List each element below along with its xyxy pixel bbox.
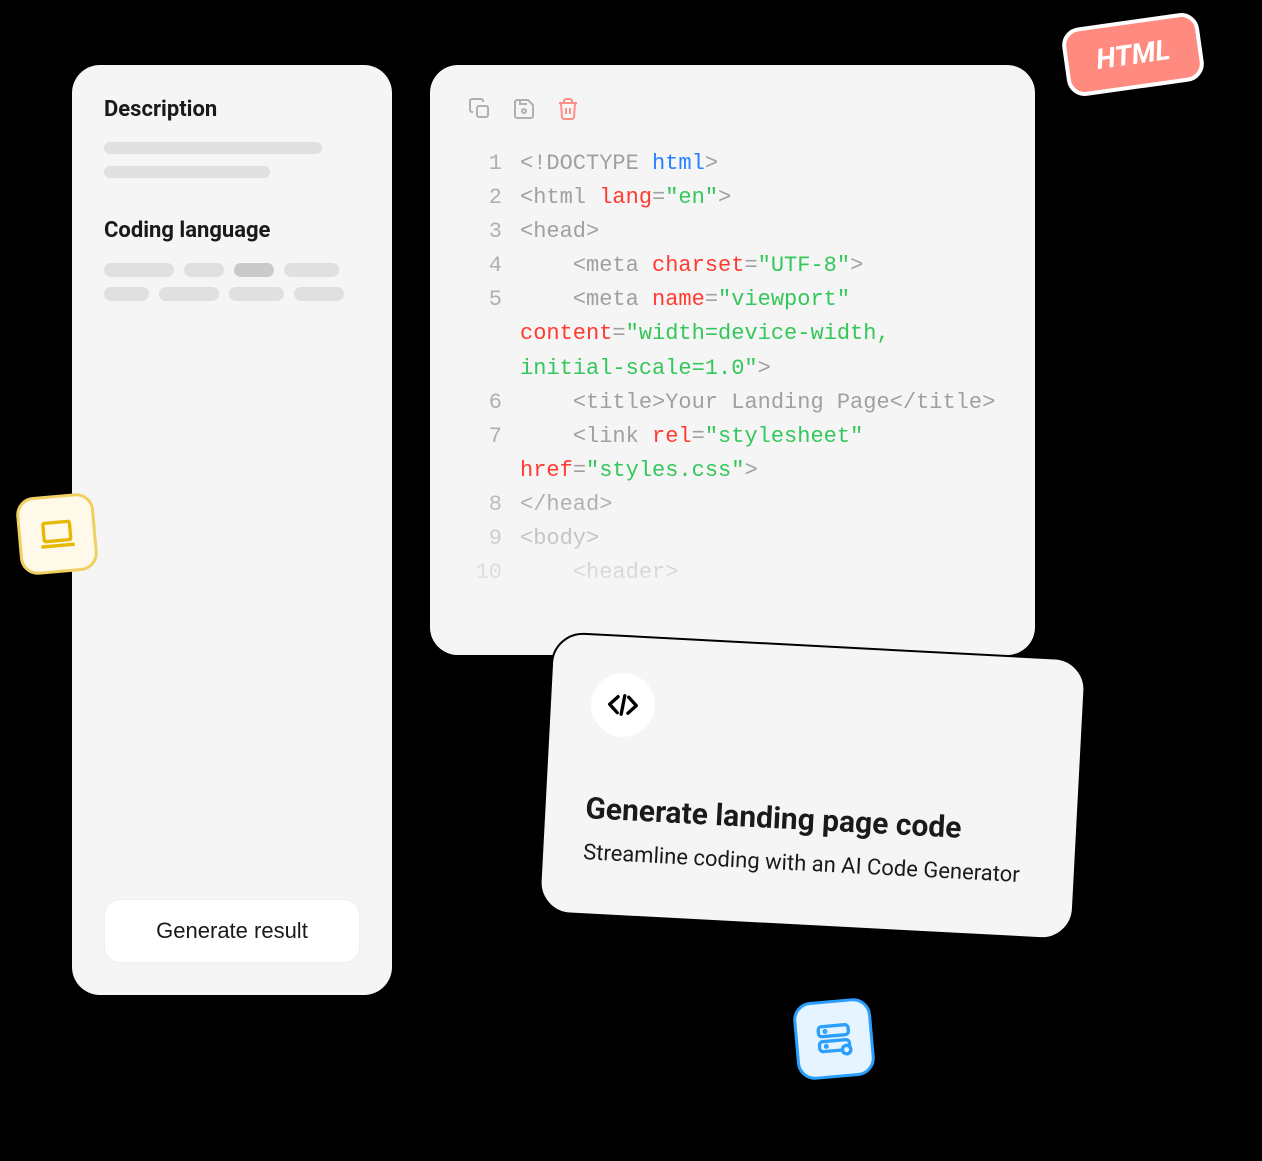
language-chip[interactable]	[184, 263, 224, 277]
generate-result-button[interactable]: Generate result	[104, 899, 360, 963]
language-chip[interactable]	[294, 287, 344, 301]
code-line: 2 <html lang="en">	[466, 181, 999, 215]
code-line: 8 </head>	[466, 488, 999, 522]
placeholder-line	[104, 166, 270, 178]
description-heading: Description	[104, 97, 360, 122]
language-chip[interactable]	[104, 263, 174, 277]
code-block: 1 <!DOCTYPE html> 2 <html lang="en"> 3 <…	[466, 147, 999, 590]
coding-language-heading: Coding language	[104, 218, 360, 243]
line-number: 8	[466, 488, 502, 522]
html-badge: HTML	[1060, 11, 1206, 99]
code-line: 9 <body>	[466, 522, 999, 556]
save-button[interactable]	[510, 95, 538, 123]
line-number: 5	[466, 283, 502, 385]
code-line: 10 <header>	[466, 556, 999, 590]
code-toolbar	[466, 95, 999, 123]
language-chip-row	[104, 263, 360, 301]
laptop-badge	[15, 492, 100, 577]
code-line: 7 <link rel="stylesheet" href="styles.cs…	[466, 420, 999, 488]
card-icon-circle	[589, 671, 656, 738]
language-chip[interactable]	[229, 287, 284, 301]
language-chip-active[interactable]	[234, 263, 274, 277]
language-chip[interactable]	[284, 263, 339, 277]
code-output-panel: 1 <!DOCTYPE html> 2 <html lang="en"> 3 <…	[430, 65, 1035, 655]
line-number: 9	[466, 522, 502, 556]
code-line: 1 <!DOCTYPE html>	[466, 147, 999, 181]
line-number: 2	[466, 181, 502, 215]
line-number: 3	[466, 215, 502, 249]
save-icon	[512, 97, 536, 121]
line-number: 1	[466, 147, 502, 181]
line-number: 10	[466, 556, 502, 590]
line-number: 7	[466, 420, 502, 488]
line-number: 4	[466, 249, 502, 283]
input-panel: Description Coding language Generate res…	[72, 65, 392, 995]
code-line: 6 <title>Your Landing Page</title>	[466, 386, 999, 420]
code-line: 5 <meta name="viewport" content="width=d…	[466, 283, 999, 385]
laptop-icon	[35, 512, 78, 555]
server-gear-icon	[812, 1017, 855, 1060]
copy-icon	[468, 97, 492, 121]
placeholder-line	[104, 142, 322, 154]
server-badge	[792, 997, 877, 1082]
delete-button[interactable]	[554, 95, 582, 123]
language-chip[interactable]	[159, 287, 219, 301]
code-line: 4 <meta charset="UTF-8">	[466, 249, 999, 283]
code-brackets-icon	[606, 688, 640, 722]
trash-icon	[556, 97, 580, 121]
line-number: 6	[466, 386, 502, 420]
copy-button[interactable]	[466, 95, 494, 123]
result-card[interactable]: Generate landing page code Streamline co…	[538, 631, 1087, 940]
language-chip[interactable]	[104, 287, 149, 301]
code-line: 3 <head>	[466, 215, 999, 249]
